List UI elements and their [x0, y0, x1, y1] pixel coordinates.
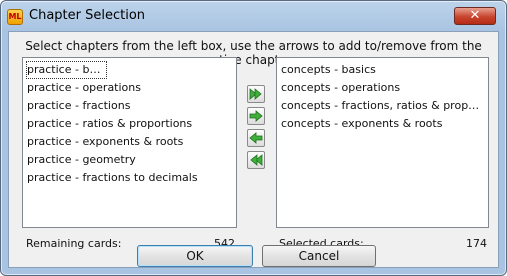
- ok-button[interactable]: OK: [137, 245, 253, 267]
- list-item[interactable]: practice - exponents & roots: [26, 133, 233, 151]
- left-arrow-icon: [249, 132, 263, 144]
- list-item[interactable]: practice - fractions to decimals: [26, 169, 233, 187]
- list-item[interactable]: concepts - operations: [280, 79, 485, 97]
- window-title: Chapter Selection: [29, 8, 146, 23]
- available-chapters-list[interactable]: practice - basics practice - operations …: [22, 57, 237, 228]
- add-all-button[interactable]: [247, 85, 265, 103]
- close-icon: ✕: [469, 8, 481, 23]
- title-bar[interactable]: ML Chapter Selection ✕: [1, 1, 506, 31]
- add-button[interactable]: [247, 107, 265, 125]
- list-item[interactable]: practice - operations: [26, 79, 233, 97]
- list-item[interactable]: practice - basics: [26, 61, 107, 79]
- double-left-arrow-icon: [249, 154, 263, 166]
- close-button[interactable]: ✕: [454, 7, 496, 25]
- list-item[interactable]: practice - fractions: [26, 97, 233, 115]
- dialog-content: Select chapters from the left box, use t…: [8, 31, 499, 268]
- list-item[interactable]: practice - ratios & proportions: [26, 115, 233, 133]
- right-arrow-icon: [249, 110, 263, 122]
- remove-all-button[interactable]: [247, 151, 265, 169]
- cancel-button[interactable]: Cancel: [262, 245, 376, 267]
- selected-chapters-list[interactable]: concepts - basics concepts - operations …: [276, 57, 489, 228]
- double-right-arrow-icon: [249, 88, 263, 100]
- list-item[interactable]: concepts - fractions, ratios & proporti.…: [280, 97, 485, 115]
- app-icon: ML: [7, 9, 23, 25]
- list-item[interactable]: concepts - exponents & roots: [280, 115, 485, 133]
- list-item[interactable]: practice - geometry: [26, 151, 233, 169]
- remaining-cards-label: Remaining cards:: [26, 237, 122, 250]
- list-item[interactable]: concepts - basics: [280, 61, 485, 79]
- selected-cards-count: 174: [466, 237, 487, 250]
- dialog-window: ML Chapter Selection ✕ Select chapters f…: [0, 0, 507, 276]
- remove-button[interactable]: [247, 129, 265, 147]
